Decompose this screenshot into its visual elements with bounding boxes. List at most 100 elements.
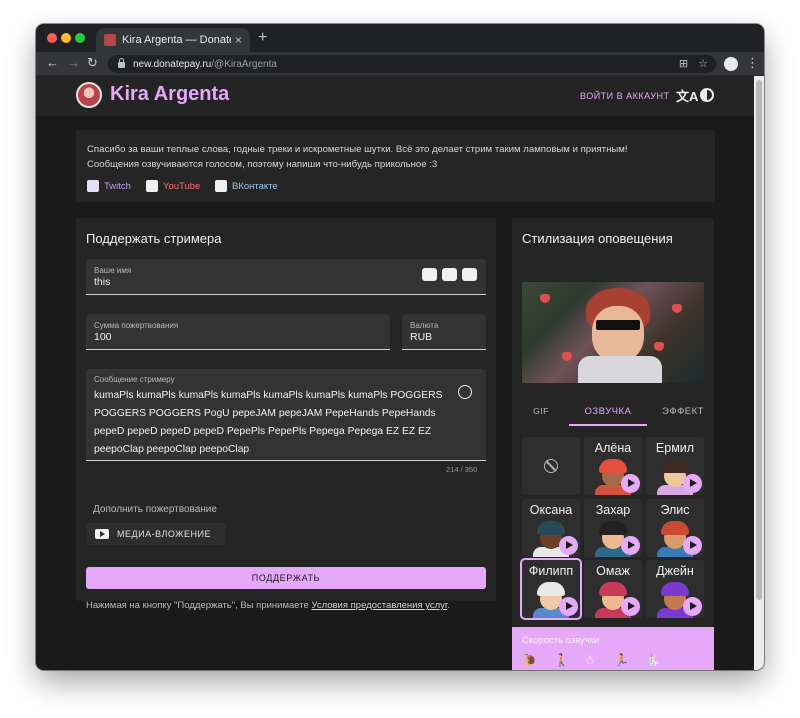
youtube-login-icon[interactable] <box>422 268 437 281</box>
terms-link[interactable]: Условия предоставления услуг <box>311 600 447 611</box>
currency-value: RUB <box>410 331 433 343</box>
page-viewport: Kira Argenta ВОЙТИ В АККАУНТ 文A Спасибо … <box>36 76 754 670</box>
voice-option[interactable]: Ермил <box>646 437 704 495</box>
url-host: new.donatepay.ru <box>133 58 212 70</box>
message-value: kumaPls kumaPls kumaPls kumaPls kumaPls … <box>94 390 443 455</box>
profile-icon[interactable] <box>724 57 738 71</box>
play-icon[interactable] <box>559 597 578 616</box>
reload-icon[interactable]: ↻ <box>87 55 98 71</box>
amount-field[interactable]: Сумма пожертвования 100 <box>86 314 390 350</box>
youtube-link[interactable]: YouTube <box>146 180 200 192</box>
play-icon[interactable] <box>683 536 702 555</box>
terms-prefix: Нажимая на кнопку "Поддержать", Вы прини… <box>86 600 312 611</box>
run-icon[interactable]: 🏃 <box>614 653 629 667</box>
forward-icon[interactable]: → <box>67 55 80 70</box>
name-label: Ваше имя <box>94 266 132 275</box>
currency-select[interactable]: Валюта RUB <box>402 314 486 350</box>
character-avatar <box>537 521 565 535</box>
tab-title: Kira Argenta — DonatePay <box>122 34 231 46</box>
play-icon[interactable] <box>683 474 702 493</box>
translate-icon[interactable]: 文A <box>676 86 698 105</box>
vk-login-icon[interactable] <box>442 268 457 281</box>
login-link[interactable]: ВОЙТИ В АККАУНТ <box>580 91 669 101</box>
maximize-window-button[interactable] <box>75 33 85 43</box>
vk-icon <box>215 180 227 192</box>
browser-window: Kira Argenta — DonatePay × + ← → ↻ new.d… <box>36 24 764 670</box>
voice-option[interactable]: Алёна <box>584 437 642 495</box>
voice-name: Оксана <box>529 503 573 517</box>
message-counter: 214 / 350 <box>446 465 478 474</box>
heart-icon <box>562 352 572 361</box>
youtube-icon <box>146 180 158 192</box>
play-icon[interactable] <box>621 474 640 493</box>
voice-speed-panel: Скорость озвучки 🐌 🚶 ☃ 🏃 🐇 <box>512 627 714 670</box>
terms-text: Нажимая на кнопку "Поддержать", Вы прини… <box>86 600 450 611</box>
alert-style-tabs: GIF ОЗВУЧКА ЭФФЕКТ <box>522 396 704 426</box>
play-icon[interactable] <box>559 536 578 555</box>
emoji-icon[interactable] <box>458 385 472 399</box>
alert-preview-image <box>522 282 704 383</box>
page-scrollbar[interactable] <box>754 76 764 670</box>
youtube-label: YouTube <box>163 180 201 192</box>
snail-icon[interactable]: 🐌 <box>522 653 537 667</box>
active-tab-indicator <box>569 424 647 426</box>
back-icon[interactable]: ← <box>46 55 59 70</box>
character-avatar <box>661 459 689 473</box>
play-icon[interactable] <box>621 536 640 555</box>
tab-effect[interactable]: ЭФФЕКТ <box>653 396 713 426</box>
site-header: Kira Argenta ВОЙТИ В АККАУНТ 文A <box>36 76 754 116</box>
streamer-avatar <box>76 82 102 108</box>
heart-icon <box>540 294 550 303</box>
browser-tab[interactable]: Kira Argenta — DonatePay × <box>96 28 250 52</box>
scrollbar-thumb[interactable] <box>756 80 762 600</box>
bookmark-star-icon[interactable]: ☆ <box>698 57 708 70</box>
tab-close-icon[interactable]: × <box>235 33 242 47</box>
character-avatar <box>537 582 565 596</box>
address-bar[interactable]: new.donatepay.ru/@KiraArgenta ⊞ ☆ <box>108 55 716 73</box>
twitch-link[interactable]: Twitch <box>87 180 131 192</box>
twitch-login-icon[interactable] <box>462 268 477 281</box>
tab-voice[interactable]: ОЗВУЧКА <box>569 396 647 426</box>
snowman-icon[interactable]: ☃ <box>584 653 595 667</box>
message-field[interactable]: Сообщение стримеру kumaPls kumaPls kumaP… <box>86 369 486 461</box>
translate-page-icon[interactable]: ⊞ <box>679 57 688 70</box>
speed-title: Скорость озвучки <box>522 635 600 646</box>
voice-option[interactable]: Джейн <box>646 560 704 618</box>
submit-button[interactable]: ПОДДЕРЖАТЬ <box>86 567 486 589</box>
youtube-icon <box>95 529 109 539</box>
voice-name: Захар <box>595 503 631 517</box>
rabbit-icon[interactable]: 🐇 <box>645 653 660 667</box>
play-icon[interactable] <box>621 597 640 616</box>
play-icon[interactable] <box>683 597 702 616</box>
url-path: /@KiraArgenta <box>211 58 277 70</box>
about-text: Спасибо за ваши теплые слова, годные тре… <box>87 144 628 170</box>
amount-value: 100 <box>94 331 112 343</box>
close-window-button[interactable] <box>47 33 57 43</box>
minimize-window-button[interactable] <box>61 33 71 43</box>
browser-toolbar: ← → ↻ new.donatepay.ru/@KiraArgenta ⊞ ☆ … <box>36 52 764 76</box>
voice-option[interactable]: Захар <box>584 499 642 557</box>
no-voice-icon <box>544 459 558 473</box>
twitch-icon <box>87 180 99 192</box>
media-attachment-button[interactable]: МЕДИА-ВЛОЖЕНИЕ <box>86 523 226 545</box>
browser-menu-icon[interactable]: ⋮ <box>746 55 759 71</box>
voice-option[interactable]: Филипп <box>522 560 580 618</box>
vk-link[interactable]: ВКонтакте <box>215 180 278 192</box>
name-value: this <box>94 276 111 288</box>
voice-name: Джейн <box>656 564 694 578</box>
new-tab-button[interactable]: + <box>258 29 267 47</box>
form-title: Поддержать стримера <box>86 231 222 246</box>
heart-icon <box>672 304 682 313</box>
name-field[interactable]: Ваше имя this <box>86 259 486 295</box>
theme-toggle-icon[interactable] <box>700 88 714 102</box>
voice-option[interactable]: Элис <box>646 499 704 557</box>
voice-option[interactable]: Омаж <box>584 560 642 618</box>
voice-none-option[interactable] <box>522 437 580 495</box>
twitch-label: Twitch <box>104 180 131 192</box>
character-avatar <box>599 582 627 596</box>
character-avatar <box>599 521 627 535</box>
media-button-label: МЕДИА-ВЛОЖЕНИЕ <box>117 529 211 539</box>
tab-gif[interactable]: GIF <box>522 396 560 426</box>
walk-icon[interactable]: 🚶 <box>554 653 569 667</box>
voice-option[interactable]: Оксана <box>522 499 580 557</box>
